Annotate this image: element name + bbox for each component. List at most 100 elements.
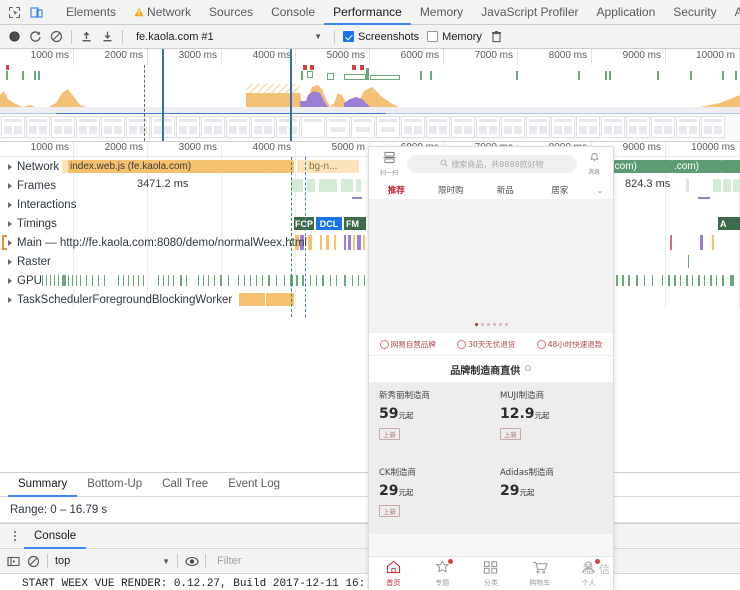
scan-button[interactable]: 扫一扫 xyxy=(377,151,401,177)
expand-arrow-icon[interactable] xyxy=(8,258,12,265)
filmstrip-thumb[interactable] xyxy=(601,116,625,138)
timing-marker-dcl[interactable]: DCL xyxy=(316,217,342,230)
tab-application[interactable]: Application xyxy=(588,0,665,25)
execution-context-icon[interactable] xyxy=(7,555,20,568)
inspect-icon[interactable] xyxy=(8,6,21,19)
tab-audits[interactable]: A xyxy=(726,0,740,25)
reload-record-icon[interactable] xyxy=(29,30,42,43)
carousel-dot[interactable] xyxy=(504,323,508,326)
tab-elements[interactable]: Elements xyxy=(57,0,125,25)
filmstrip-thumb[interactable] xyxy=(376,116,400,138)
tab-bottom-up[interactable]: Bottom-Up xyxy=(77,473,152,497)
clear-icon[interactable] xyxy=(50,30,63,43)
filmstrip-thumb[interactable] xyxy=(526,116,550,138)
carousel-dot[interactable] xyxy=(498,323,502,326)
phone-banner-area[interactable] xyxy=(369,199,613,333)
tab-memory[interactable]: Memory xyxy=(411,0,472,25)
tab-call-tree[interactable]: Call Tree xyxy=(152,473,218,497)
filmstrip-thumb[interactable] xyxy=(101,116,125,138)
console-context-select[interactable]: top ▼ xyxy=(55,555,170,567)
device-toolbar-icon[interactable] xyxy=(30,6,43,19)
nav-item-cart[interactable]: 购物车 xyxy=(515,560,564,588)
nav-item-category[interactable]: 分类 xyxy=(467,560,516,588)
timing-marker-extra[interactable]: A xyxy=(718,217,740,230)
filmstrip-thumb[interactable] xyxy=(326,116,350,138)
filmstrip-thumb[interactable] xyxy=(26,116,50,138)
filmstrip-thumb[interactable] xyxy=(701,116,725,138)
expand-arrow-icon[interactable] xyxy=(8,201,12,208)
filmstrip-thumb[interactable] xyxy=(426,116,450,138)
filmstrip-thumb[interactable] xyxy=(126,116,150,138)
phone-section-header[interactable]: 品牌制造商直供 ⊙ xyxy=(369,356,613,382)
search-input[interactable]: 搜索商品，共8888款好物 xyxy=(407,155,577,173)
timing-marker-fcp[interactable]: FCP xyxy=(294,217,314,230)
network-request-bar[interactable]: .com) xyxy=(672,160,722,173)
filmstrip-thumb[interactable] xyxy=(226,116,250,138)
console-filter-input[interactable]: Filter xyxy=(213,555,241,567)
filmstrip-thumb[interactable] xyxy=(51,116,75,138)
filmstrip-thumb[interactable] xyxy=(651,116,675,138)
product-card[interactable]: Adidas制造商 29元起 xyxy=(492,459,611,534)
product-card[interactable]: CK制造商 29元起 上新 xyxy=(371,459,490,534)
filmstrip-thumb[interactable] xyxy=(626,116,650,138)
live-expression-icon[interactable] xyxy=(185,555,199,568)
record-icon[interactable] xyxy=(8,30,21,43)
carousel-dot[interactable] xyxy=(486,323,490,326)
expand-arrow-icon[interactable] xyxy=(8,296,12,303)
overview-selection-handle-right[interactable] xyxy=(290,49,292,141)
tab-security[interactable]: Security xyxy=(664,0,725,25)
tab-console[interactable]: Console xyxy=(262,0,324,25)
carousel-dot[interactable] xyxy=(492,323,496,326)
expand-arrow-icon[interactable] xyxy=(8,182,12,189)
expand-arrow-icon[interactable] xyxy=(8,163,12,170)
overview-filmstrip[interactable] xyxy=(0,114,740,140)
carousel-dot[interactable] xyxy=(474,323,478,326)
screenshot-preview-overlay[interactable]: 扫一扫 搜索商品，共8888款好物 消息 推荐 限时购 新品 居家 ⌄ 网易自营… xyxy=(368,146,614,590)
expand-arrow-icon[interactable] xyxy=(8,277,12,284)
filmstrip-thumb[interactable] xyxy=(76,116,100,138)
filmstrip-thumb[interactable] xyxy=(301,116,325,138)
filmstrip-thumb[interactable] xyxy=(201,116,225,138)
nav-item-home[interactable]: 首页 xyxy=(369,560,418,588)
filmstrip-thumb[interactable] xyxy=(1,116,25,138)
overview-selection-handle-left[interactable] xyxy=(162,49,164,141)
messages-button[interactable]: 消息 xyxy=(583,152,605,176)
product-card[interactable]: MUJI制造商 12.9元起 上新 xyxy=(492,382,611,457)
timeline-overview[interactable]: 1000 ms 2000 ms 3000 ms 4000 ms 5000 ms … xyxy=(0,49,740,142)
tab-summary[interactable]: Summary xyxy=(8,473,78,497)
tab-performance[interactable]: Performance xyxy=(324,0,411,25)
filmstrip-thumb[interactable] xyxy=(451,116,475,138)
carousel-dot[interactable] xyxy=(480,323,484,326)
clear-console-icon[interactable] xyxy=(27,555,40,568)
filmstrip-thumb[interactable] xyxy=(276,116,300,138)
filmstrip-thumb[interactable] xyxy=(176,116,200,138)
phone-tab-recommend[interactable]: 推荐 xyxy=(369,184,424,200)
session-select[interactable]: fe.kaola.com #1 ▼ xyxy=(131,31,326,43)
filmstrip-thumb[interactable] xyxy=(676,116,700,138)
filmstrip-thumb[interactable] xyxy=(401,116,425,138)
trash-icon[interactable] xyxy=(490,30,503,43)
filmstrip-thumb[interactable] xyxy=(351,116,375,138)
phone-tab-flashsale[interactable]: 限时购 xyxy=(424,184,479,196)
network-request-bar[interactable]: index.web.js (fe.kaola.com) xyxy=(68,160,270,173)
nav-item-topic[interactable]: 专题 xyxy=(418,559,467,588)
chevron-down-icon[interactable]: ⌄ xyxy=(587,186,613,195)
tab-network[interactable]: Network xyxy=(125,0,200,25)
memory-checkbox[interactable]: Memory xyxy=(427,31,482,43)
expand-arrow-icon[interactable] xyxy=(8,220,12,227)
timing-marker-fm[interactable]: FM xyxy=(344,217,366,230)
load-profile-icon[interactable] xyxy=(80,30,93,43)
filmstrip-thumb[interactable] xyxy=(476,116,500,138)
tab-console-drawer[interactable]: Console xyxy=(24,524,87,549)
kebab-menu-icon[interactable] xyxy=(6,524,24,548)
product-card[interactable]: 新秀丽制造商 59元起 上新 xyxy=(371,382,490,457)
tab-event-log[interactable]: Event Log xyxy=(218,473,290,497)
phone-tab-home[interactable]: 居家 xyxy=(533,184,588,196)
expand-arrow-icon[interactable] xyxy=(8,239,12,246)
screenshots-checkbox[interactable]: Screenshots xyxy=(343,31,419,43)
filmstrip-thumb[interactable] xyxy=(551,116,575,138)
filmstrip-thumb[interactable] xyxy=(501,116,525,138)
phone-tab-new[interactable]: 新品 xyxy=(478,184,533,196)
filmstrip-thumb[interactable] xyxy=(251,116,275,138)
save-profile-icon[interactable] xyxy=(101,30,114,43)
